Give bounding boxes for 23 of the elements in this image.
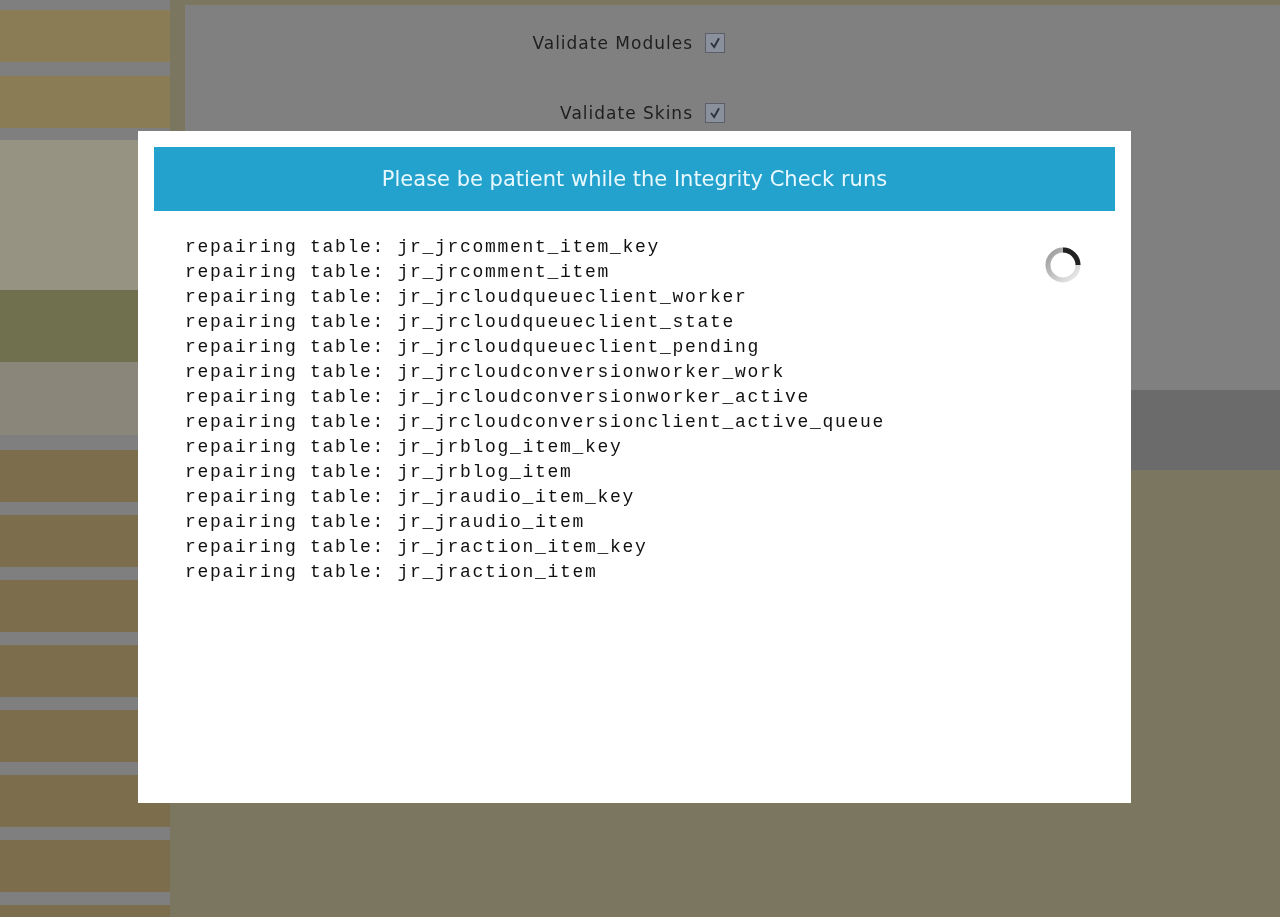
field-label: Validate Skins [560,103,693,123]
log-line: repairing table: jr_jrcloudconversionworker_active [185,386,812,409]
log-line: repairing table: jr_jrcloudqueueclient_pending [185,336,762,359]
log-line: repairing table: jr_jrblog_item_key [185,436,624,459]
log-line: repairing table: jr_jrcomment_item [185,261,612,284]
checkbox[interactable] [705,103,725,123]
log-line: repairing table: jr_jraction_item [185,561,599,584]
log-line: repairing table: jr_jraction_item_key [185,536,649,559]
check-icon [707,35,723,51]
spinner-icon [1043,245,1083,285]
sidebar-item[interactable] [0,775,170,827]
log-line: repairing table: jr_jrcloudqueueclient_state [185,311,737,334]
log-line: repairing table: jr_jrcloudconversionclient_active_queue [185,411,886,434]
checkbox[interactable] [705,33,725,53]
log-line: repairing table: jr_jrcloudconversionworker_work [185,361,787,384]
log-line: repairing table: jr_jraudio_item [185,511,587,534]
log-line: repairing table: jr_jrcloudqueueclient_worker [185,286,749,309]
dialog-title: Please be patient while the Integrity Check runs [154,147,1115,211]
log-line: repairing table: jr_jrblog_item [185,461,574,484]
log-line: repairing table: jr_jrcomment_item_key [185,236,662,259]
check-icon [707,105,723,121]
field-label: Validate Modules [532,33,693,53]
log-line: repairing table: jr_jraudio_item_key [185,486,637,509]
